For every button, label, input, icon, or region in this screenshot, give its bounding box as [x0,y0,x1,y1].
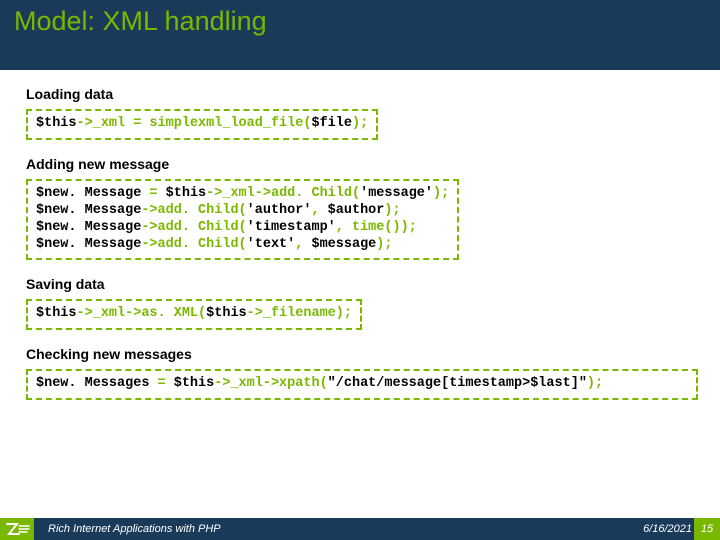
section-label: Loading data [26,86,698,102]
title-band: Model: XML handling [0,0,720,70]
code-box: $new. Message = $this->_xml->add. Child(… [26,179,459,261]
zend-logo [0,518,34,540]
code-box: $this->_xml->as. XML($this->_filename); [26,299,362,330]
code-line: $new. Messages = $this->_xml->xpath("/ch… [36,376,688,393]
code-box: $new. Messages = $this->_xml->xpath("/ch… [26,369,698,400]
code-line: $new. Message->add. Child('text', $messa… [36,237,449,254]
section-label: Saving data [26,276,698,292]
slide: Model: XML handling Loading data $this->_… [0,0,720,540]
code-line: $new. Message->add. Child('timestamp', t… [36,220,449,237]
code-line: $this->_xml = simplexml_load_file($file)… [36,116,368,133]
page-number: 15 [694,518,720,540]
footer-bar: Rich Internet Applications with PHP 6/16… [0,518,720,540]
code-line: $this->_xml->as. XML($this->_filename); [36,306,352,323]
footer-text: Rich Internet Applications with PHP [48,523,643,535]
code-line: $new. Message->add. Child('author', $aut… [36,203,449,220]
section-label: Checking new messages [26,346,698,362]
section-label: Adding new message [26,156,698,172]
footer-date: 6/16/2021 [643,523,692,535]
code-line: $new. Message = $this->_xml->add. Child(… [36,186,449,203]
slide-title: Model: XML handling [14,6,706,37]
code-box: $this->_xml = simplexml_load_file($file)… [26,109,378,140]
content-area: Loading data $this->_xml = simplexml_load… [0,70,720,400]
